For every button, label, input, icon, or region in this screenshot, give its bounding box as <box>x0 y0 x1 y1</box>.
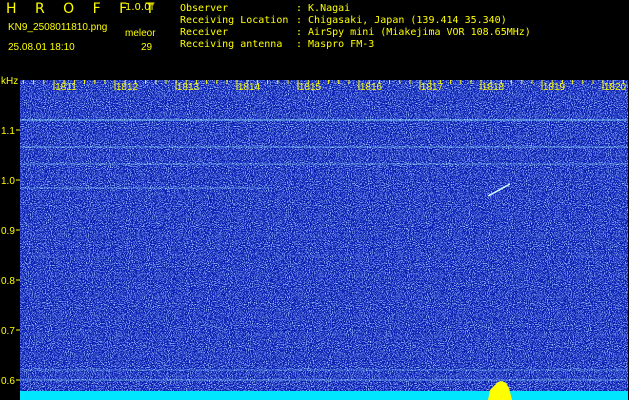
y-tick-label: 0.8 <box>1 276 15 287</box>
location-value: : Chigasaki, Japan (139.414 35.340) <box>296 15 507 26</box>
app-version: 1.0.0f <box>125 2 154 13</box>
y-tick-label: 0.9 <box>1 226 15 237</box>
location-key: Receiving Location <box>180 15 289 26</box>
observer-value: : K.Nagai <box>296 3 351 14</box>
lower-band <box>20 391 628 400</box>
y-tick-label: 0.7 <box>1 326 15 337</box>
capture-datetime: 25.08.01 18:10 <box>8 42 75 53</box>
x-tick-label: 1811 <box>55 82 77 93</box>
y-tick-label: 0.6 <box>1 376 15 387</box>
spectrogram-plot: kHz1.11.00.90.80.70.6 1811 1812 1813 1814 18… <box>1 76 628 400</box>
spectrogram-noise <box>20 80 628 394</box>
y-tick-label: 1.0 <box>1 176 15 187</box>
y-axis-unit: kHz <box>1 76 18 87</box>
y-tick-label: 1.1 <box>1 126 15 137</box>
observer-key: Observer <box>180 3 229 14</box>
receiver-value: : AirSpy mini (Miakejima VOR 108.65MHz) <box>296 27 531 38</box>
image-filename: KN9_2508011810.png <box>8 22 108 33</box>
meteor-label: meleor <box>125 28 156 39</box>
y-axis: kHz 1.1 1.0 0.9 0.8 0.7 0.6 <box>1 76 20 387</box>
meteor-count: 29 <box>141 42 153 53</box>
antenna-value: : Maspro FM-3 <box>296 39 375 50</box>
antenna-key: Receiving antenna <box>180 39 283 50</box>
receiver-key: Receiver <box>180 27 229 38</box>
header-panel: H R O F F T 1.0.0f KN9_2508011810.png 25… <box>0 0 629 76</box>
